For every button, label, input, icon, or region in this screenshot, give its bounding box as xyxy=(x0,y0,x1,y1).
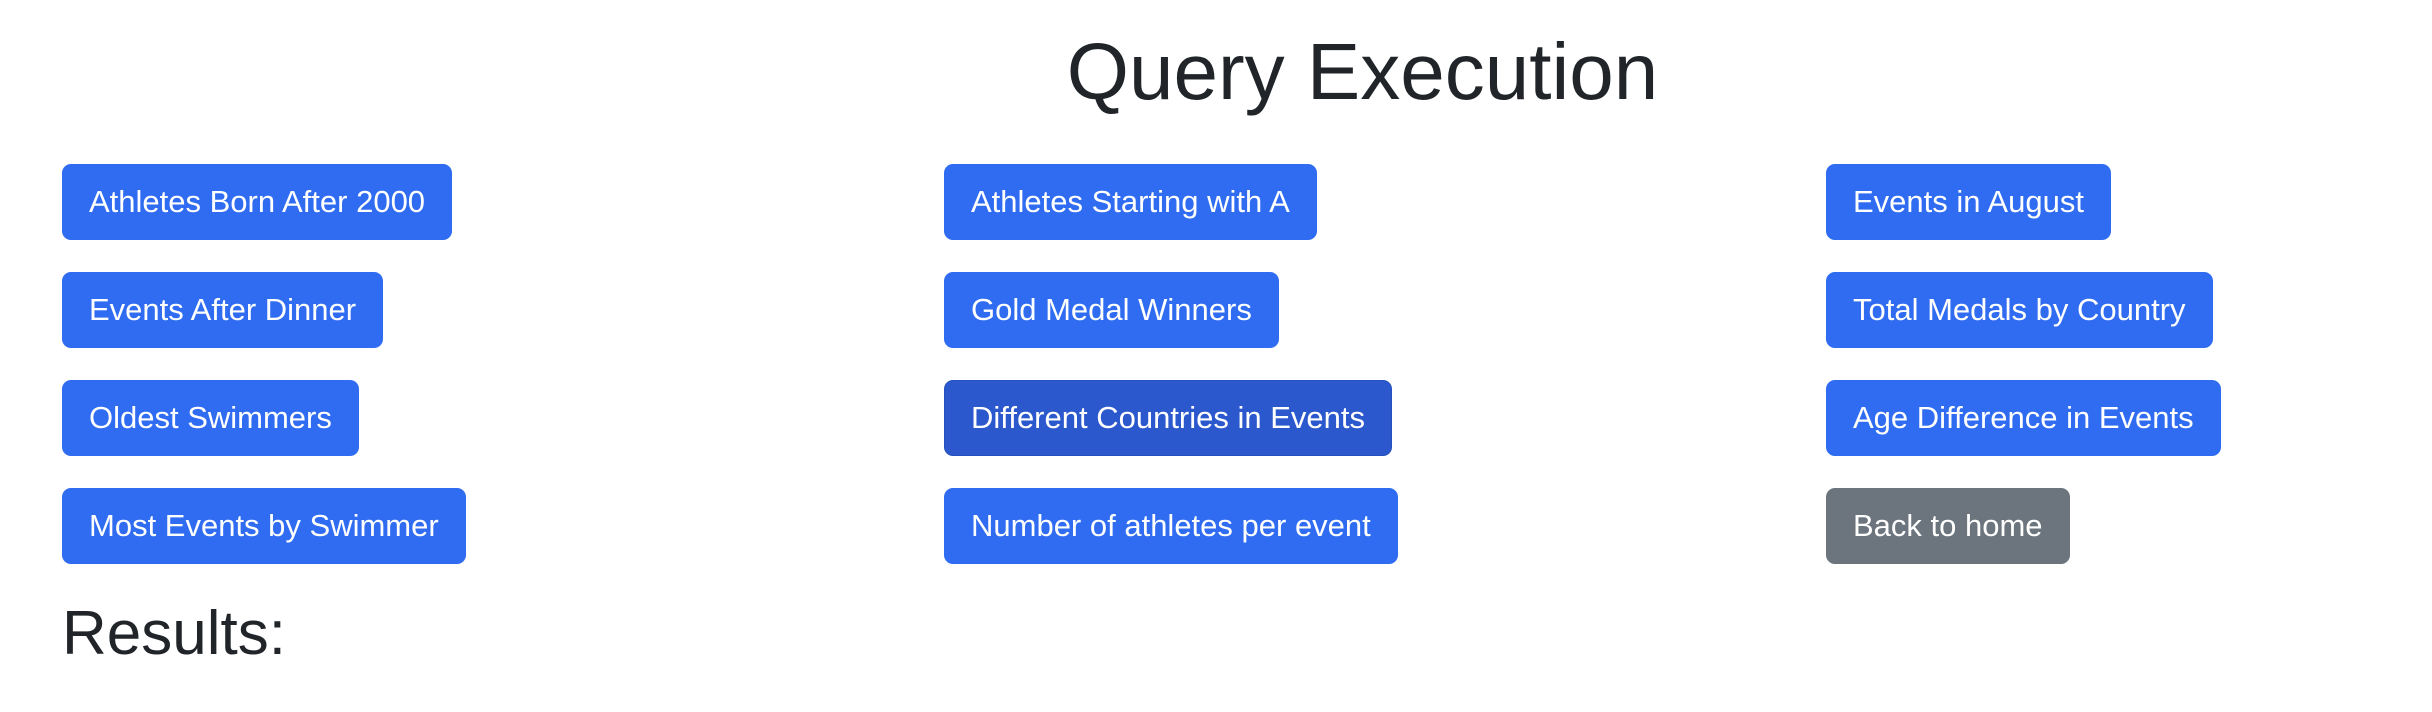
events-after-dinner-button[interactable]: Events After Dinner xyxy=(62,272,384,348)
results-heading: Results: xyxy=(62,599,286,668)
query-execution-page: Query Execution Athletes Born After 2000… xyxy=(0,0,2432,712)
gold-medal-winners-button[interactable]: Gold Medal Winners xyxy=(944,272,1279,348)
total-medals-by-country-button[interactable]: Total Medals by Country xyxy=(1826,272,2213,348)
athletes-born-after-2000-button[interactable]: Athletes Born After 2000 xyxy=(62,164,453,240)
oldest-swimmers-button[interactable]: Oldest Swimmers xyxy=(62,380,359,456)
age-difference-in-events-button[interactable]: Age Difference in Events xyxy=(1826,380,2221,456)
most-events-by-swimmer-button[interactable]: Most Events by Swimmer xyxy=(62,488,466,564)
query-button-grid: Athletes Born After 2000 Athletes Starti… xyxy=(62,164,2326,564)
different-countries-in-events-button[interactable]: Different Countries in Events xyxy=(944,380,1393,456)
page-title: Query Execution xyxy=(1066,27,1659,116)
events-in-august-button[interactable]: Events in August xyxy=(1826,164,2111,240)
athletes-starting-with-a-button[interactable]: Athletes Starting with A xyxy=(944,164,1317,240)
back-to-home-button[interactable]: Back to home xyxy=(1826,488,2070,564)
number-of-athletes-per-event-button[interactable]: Number of athletes per event xyxy=(944,488,1398,564)
